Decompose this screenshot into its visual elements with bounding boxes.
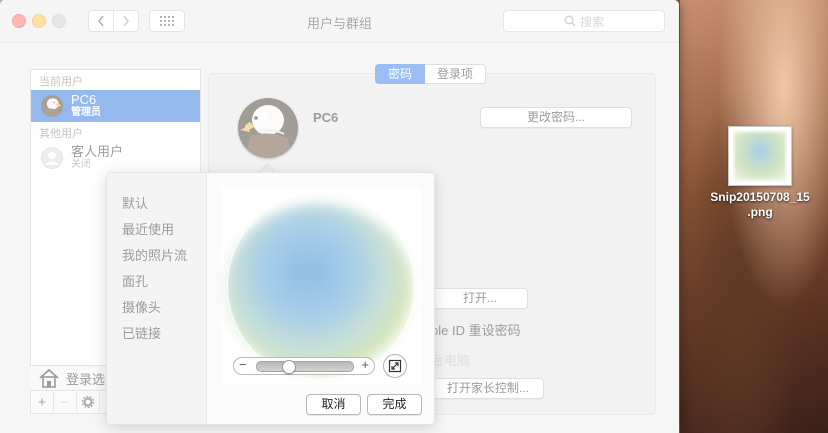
open-button[interactable]: 打开... [432, 288, 528, 309]
tab-login-items[interactable]: 登录项 [425, 64, 487, 84]
eagle-avatar [41, 95, 63, 117]
sidebar-user-pc6[interactable]: PC6 管理员 [31, 90, 200, 122]
cancel-button[interactable]: 取消 [306, 394, 361, 415]
tab-bar: 密码 登录项 [375, 64, 487, 84]
preferences-window: 用户与群组 搜索 当前用户 PC6 管理员 其他用户 客人用户 关闭 登录选 +… [0, 0, 679, 433]
source-linked[interactable]: 已链接 [122, 323, 161, 342]
source-default[interactable]: 默认 [122, 193, 148, 212]
crop-button[interactable] [383, 354, 407, 378]
file-name-line1: Snip20150708_15 [710, 190, 810, 204]
source-faces[interactable]: 面孔 [122, 271, 148, 290]
popover-arrow-fill [259, 165, 275, 173]
zoom-track[interactable] [256, 360, 354, 374]
search-input[interactable]: 搜索 [503, 10, 665, 32]
selected-user-name: PC6 [313, 110, 339, 125]
remove-user-button[interactable]: − [54, 392, 77, 412]
user-photo-button[interactable] [238, 98, 298, 158]
login-options-label: 登录选 [66, 371, 106, 387]
gear-icon [82, 396, 94, 408]
user-name: 客人用户 [71, 144, 124, 159]
search-placeholder: 搜索 [579, 14, 604, 29]
desktop-file[interactable]: Snip20150708_15 .png [705, 126, 815, 220]
add-user-button[interactable]: + [31, 392, 54, 412]
user-role: 关闭 [71, 159, 91, 170]
title-bar: 用户与群组 搜索 [0, 0, 679, 43]
zoom-out-icon: − [239, 357, 247, 372]
zoom-slider[interactable]: − + [233, 357, 375, 375]
guest-user-icon [41, 147, 63, 169]
source-camera[interactable]: 摄像头 [122, 297, 161, 316]
source-recent[interactable]: 最近使用 [122, 219, 174, 238]
crop-icon [388, 359, 402, 373]
house-icon [39, 368, 59, 388]
done-button[interactable]: 完成 [367, 394, 422, 415]
source-photo-stream[interactable]: 我的照片流 [122, 245, 187, 264]
search-icon [564, 15, 576, 27]
action-menu-button[interactable] [77, 392, 100, 412]
user-name: PC6 [71, 92, 97, 107]
user-role: 管理员 [71, 107, 101, 118]
eagle-photo [238, 98, 298, 158]
zoom-knob[interactable] [282, 360, 296, 374]
parental-controls-button[interactable]: 打开家长控制... [432, 378, 544, 399]
tab-password[interactable]: 密码 [375, 64, 426, 84]
file-thumbnail [728, 126, 792, 186]
crop-circle [227, 192, 415, 380]
apple-id-reset-option: ple ID 重设密码 [431, 323, 521, 338]
computer-option: 台电脑 [431, 353, 471, 368]
photo-picker-popover: 默认 最近使用 我的照片流 面孔 摄像头 已链接 − + 取消 完成 [106, 172, 435, 425]
photo-source-list: 默认 最近使用 我的照片流 面孔 摄像头 已链接 [107, 173, 207, 424]
zoom-in-icon: + [361, 357, 369, 372]
sidebar-user-guest[interactable]: 客人用户 关闭 [31, 142, 200, 174]
change-password-button[interactable]: 更改密码... [480, 107, 632, 128]
other-users-header: 其他用户 [39, 128, 83, 140]
file-name: Snip20150708_15 .png [705, 190, 815, 220]
file-name-line2: .png [747, 205, 773, 219]
current-users-header: 当前用户 [39, 76, 83, 88]
